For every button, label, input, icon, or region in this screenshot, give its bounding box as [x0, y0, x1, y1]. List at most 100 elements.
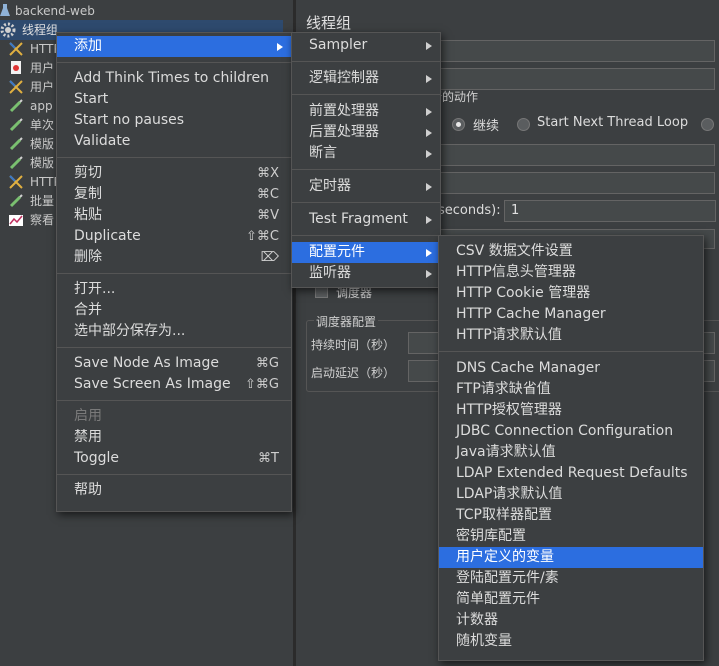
menu-item-label: 禁用: [74, 429, 102, 445]
menu-item-save-screen-as-image[interactable]: Save Screen As Image ⇧⌘G: [57, 374, 291, 395]
menu-item-start-no-pauses[interactable]: Start no pauses: [57, 110, 291, 131]
tree-root[interactable]: backend-web: [0, 1, 290, 21]
tree-node-label: 用户: [30, 61, 55, 75]
submenu-arrow-icon: [426, 75, 432, 83]
menu-item-java[interactable]: Java请求默认值: [439, 442, 703, 463]
menu-item-label: Toggle: [74, 450, 120, 466]
menu-item-jdbc-connection-configuration[interactable]: JDBC Connection Configuration: [439, 421, 703, 442]
menu-item-item[interactable]: 添加: [57, 36, 291, 57]
menu-item-item[interactable]: 监听器: [292, 263, 440, 284]
menu-item-sampler[interactable]: Sampler: [292, 35, 440, 56]
menu-item-save-node-as-image[interactable]: Save Node As Image ⌘G: [57, 353, 291, 374]
tree-node-label: 批量: [30, 194, 55, 208]
menu-item-http[interactable]: HTTP信息头管理器: [439, 262, 703, 283]
menu-item-label: 帮助: [74, 482, 102, 498]
startup-delay-label: 启动延迟（秒）: [311, 366, 396, 380]
menu-item-item[interactable]: 简单配置元件: [439, 589, 703, 610]
start-next-loop-label: Start Next Thread Loop: [537, 115, 689, 130]
menu-item-ldap-extended-request-defaults[interactable]: LDAP Extended Request Defaults: [439, 463, 703, 484]
menu-item-item[interactable]: 剪切 ⌘X: [57, 163, 291, 184]
menu-item-item[interactable]: 复制 ⌘C: [57, 184, 291, 205]
submenu-arrow-icon: [426, 249, 432, 257]
menu-item-item[interactable]: 密钥库配置: [439, 526, 703, 547]
loop-count-field[interactable]: 1: [504, 200, 716, 222]
menu-item-item[interactable]: 用户定义的变量: [439, 547, 703, 568]
menu-separator: [57, 347, 291, 348]
menu-item-label: 随机变量: [456, 633, 512, 649]
submenu-arrow-icon: [277, 43, 283, 51]
tree-node-label: 单次: [30, 118, 55, 132]
pipette-icon: [8, 136, 24, 152]
menu-item-item[interactable]: 合并: [57, 300, 291, 321]
menu-item-http[interactable]: HTTP请求默认值: [439, 325, 703, 346]
menu-item-test-fragment[interactable]: Test Fragment: [292, 209, 440, 230]
menu-item-item[interactable]: 粘贴 ⌘V: [57, 205, 291, 226]
menu-item-item[interactable]: 逻辑控制器: [292, 68, 440, 89]
menu-item-item[interactable]: 删除 ⌦: [57, 247, 291, 268]
menu-item-validate[interactable]: Validate: [57, 131, 291, 152]
menu-item-item[interactable]: 前置处理器: [292, 101, 440, 122]
menu-item-add-think-times-to-children[interactable]: Add Think Times to children: [57, 68, 291, 89]
menu-item-item[interactable]: 断言: [292, 143, 440, 164]
menu-item-item[interactable]: 帮助: [57, 480, 291, 501]
menu-item-label: HTTP请求默认值: [456, 327, 562, 343]
menu-item-label: 后置处理器: [309, 124, 379, 140]
menu-item-label: Add Think Times to children: [74, 70, 269, 86]
menu-item-shortcut: ⌘X: [257, 166, 279, 181]
start-next-loop-radio[interactable]: [517, 118, 530, 131]
menu-separator: [57, 273, 291, 274]
menu-item-start[interactable]: Start: [57, 89, 291, 110]
menu-item-item[interactable]: 登陆配置元件/素: [439, 568, 703, 589]
menu-item-item[interactable]: 后置处理器: [292, 122, 440, 143]
menu-item-label: 定时器: [309, 178, 351, 194]
menu-item-http-cookie[interactable]: HTTP Cookie 管理器: [439, 283, 703, 304]
menu-item-label: Start: [74, 91, 109, 107]
loop-count-value: 1: [511, 203, 520, 218]
menu-item-http-cache-manager[interactable]: HTTP Cache Manager: [439, 304, 703, 325]
stop-thread-radio[interactable]: [701, 118, 714, 131]
menu-item-label: FTP请求缺省值: [456, 381, 551, 397]
config-element-submenu: CSV 数据文件设置 HTTP信息头管理器 HTTP Cookie 管理器 HTTP …: [438, 235, 704, 661]
menu-item-label: 配置元件: [309, 244, 365, 260]
menu-item-item[interactable]: 打开...: [57, 279, 291, 300]
menu-item-label: HTTP Cookie 管理器: [456, 285, 591, 301]
menu-item-label: Test Fragment: [309, 211, 408, 227]
flask-icon: [0, 3, 16, 19]
menu-item-item[interactable]: 选中部分保存为...: [57, 321, 291, 342]
pipette-icon: [8, 117, 24, 133]
context-menu: 添加 Add Think Times to children Start Start …: [56, 32, 292, 512]
pipette-icon: [8, 155, 24, 171]
menu-item-ftp[interactable]: FTP请求缺省值: [439, 379, 703, 400]
menu-item-csv[interactable]: CSV 数据文件设置: [439, 241, 703, 262]
menu-separator: [292, 235, 440, 236]
scheduler-config-title: 调度器配置: [314, 313, 379, 330]
tree-node-label: app: [30, 99, 53, 113]
name-field[interactable]: [438, 40, 715, 62]
comments-field[interactable]: [438, 68, 715, 90]
menu-item-label: Java请求默认值: [456, 444, 556, 460]
submenu-arrow-icon: [426, 42, 432, 50]
menu-item-duplicate[interactable]: Duplicate ⇧⌘C: [57, 226, 291, 247]
menu-item-label: Save Screen As Image: [74, 376, 231, 392]
menu-item-item[interactable]: 计数器: [439, 610, 703, 631]
menu-item-item[interactable]: 随机变量: [439, 631, 703, 652]
menu-item-label: Validate: [74, 133, 131, 149]
tree-node-label: backend-web: [15, 4, 95, 18]
menu-separator: [292, 169, 440, 170]
menu-item-item[interactable]: 配置元件: [292, 242, 440, 263]
ramp-up-field[interactable]: [438, 172, 715, 194]
menu-item-label: Start no pauses: [74, 112, 185, 128]
menu-item-item[interactable]: 禁用: [57, 427, 291, 448]
menu-item-http[interactable]: HTTP授权管理器: [439, 400, 703, 421]
menu-item-label: HTTP Cache Manager: [456, 306, 606, 322]
submenu-arrow-icon: [426, 129, 432, 137]
menu-item-item[interactable]: 定时器: [292, 176, 440, 197]
http-sampler-icon: [8, 41, 24, 57]
continue-radio[interactable]: [452, 118, 465, 131]
tree-node-label: 察看: [30, 213, 55, 227]
menu-item-dns-cache-manager[interactable]: DNS Cache Manager: [439, 358, 703, 379]
menu-item-toggle[interactable]: Toggle ⌘T: [57, 448, 291, 469]
threads-field[interactable]: [438, 144, 715, 166]
menu-item-tcp[interactable]: TCP取样器配置: [439, 505, 703, 526]
menu-item-ldap[interactable]: LDAP请求默认值: [439, 484, 703, 505]
